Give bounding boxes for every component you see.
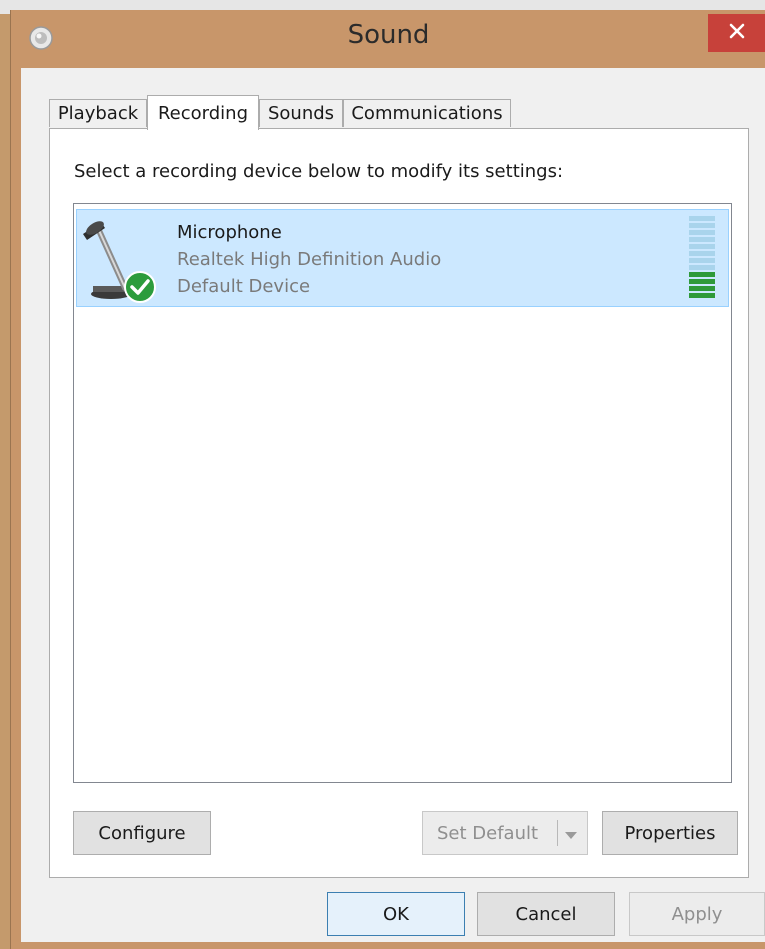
ok-button[interactable]: OK [327,892,465,936]
properties-button[interactable]: Properties [602,811,738,855]
apply-button[interactable]: Apply [629,892,765,936]
level-segment [689,286,715,291]
device-row-microphone[interactable]: Microphone Realtek High Definition Audio… [76,209,729,307]
level-segment [689,251,715,256]
default-checkmark-icon [123,270,157,308]
recording-panel: Select a recording device below to modif… [49,128,749,878]
level-segment [689,223,715,228]
level-segment [689,258,715,263]
level-segment [689,230,715,235]
level-segment [689,279,715,284]
close-button[interactable] [708,14,765,52]
set-default-split-button[interactable]: Set Default [422,811,588,855]
tab-playback[interactable]: Playback [49,99,147,127]
configure-button[interactable]: Configure [73,811,211,855]
dialog-client-area: Playback Recording Sounds Communications… [21,68,765,942]
window-title: Sound [347,20,430,50]
device-list[interactable]: Microphone Realtek High Definition Audio… [73,203,732,783]
title-bar[interactable]: Sound [11,10,765,68]
set-default-label: Set Default [437,822,539,844]
cancel-button[interactable]: Cancel [477,892,615,936]
chevron-down-icon[interactable] [563,826,579,847]
tab-communications[interactable]: Communications [343,99,511,127]
split-separator [557,820,558,846]
tab-sounds[interactable]: Sounds [259,99,343,127]
tab-recording[interactable]: Recording [147,95,259,130]
device-driver: Realtek High Definition Audio [177,249,442,270]
level-segment [689,216,715,221]
level-segment [689,272,715,277]
sound-dialog: Sound Playback Recording Sounds Communic… [10,10,765,949]
level-segment [689,293,715,298]
device-status: Default Device [177,276,311,297]
level-segment [689,237,715,242]
level-segment [689,244,715,249]
level-segment [689,265,715,270]
instruction-text: Select a recording device below to modif… [74,161,564,182]
audio-level-meter [689,216,715,298]
device-name: Microphone [177,222,282,243]
close-icon [728,22,746,44]
